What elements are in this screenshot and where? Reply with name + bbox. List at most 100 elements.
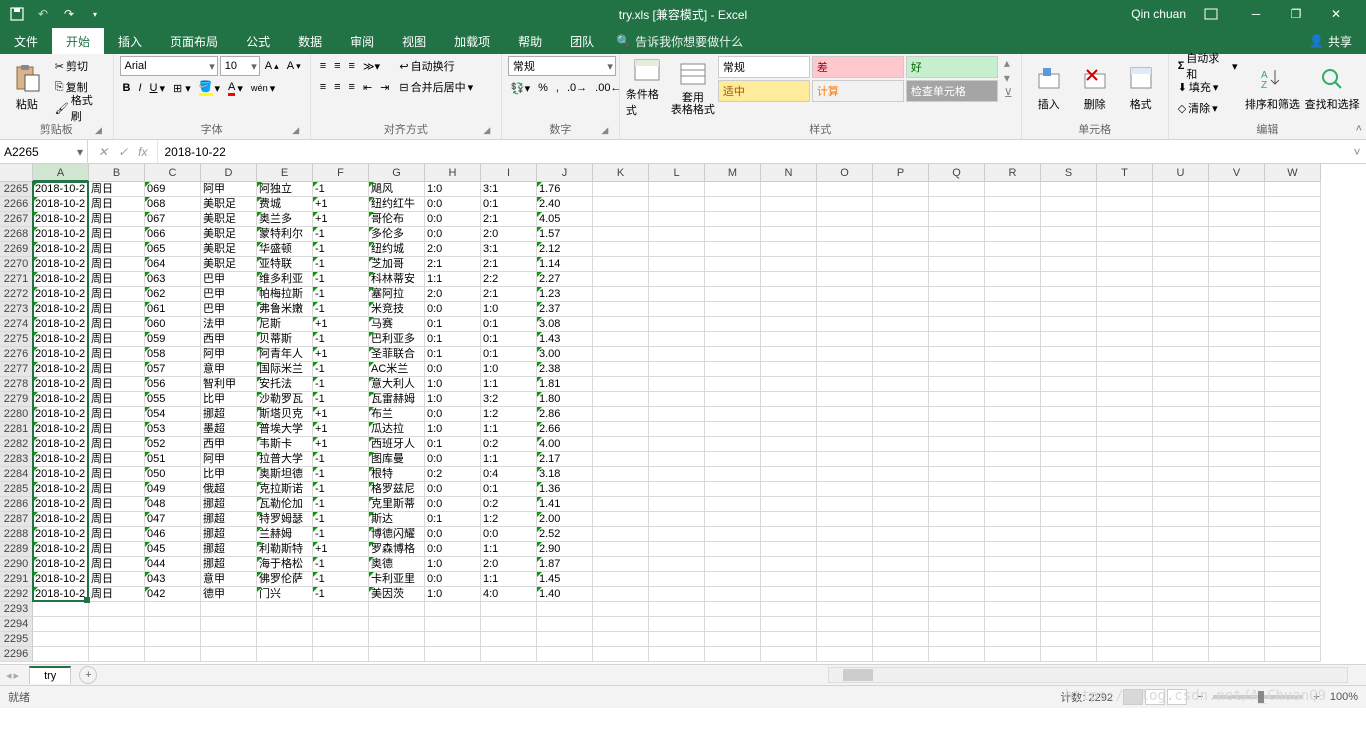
col-header-S[interactable]: S	[1041, 164, 1097, 182]
cell[interactable]: 巴利亚多	[369, 332, 425, 347]
col-header-M[interactable]: M	[705, 164, 761, 182]
cell[interactable]	[649, 407, 705, 422]
enter-formula-icon[interactable]: ✓	[118, 145, 128, 159]
row-header[interactable]: 2267	[0, 212, 33, 227]
cell[interactable]	[1153, 422, 1209, 437]
cell[interactable]: 2018-10-2	[33, 332, 89, 347]
cell[interactable]: 周日	[89, 422, 145, 437]
cell[interactable]	[593, 617, 649, 632]
cell[interactable]	[761, 647, 817, 662]
cell[interactable]: 3.18	[537, 467, 593, 482]
cell[interactable]	[1097, 557, 1153, 572]
cell[interactable]	[1041, 197, 1097, 212]
cell[interactable]	[1097, 182, 1153, 197]
cell[interactable]	[761, 317, 817, 332]
view-page-break-button[interactable]	[1167, 689, 1187, 705]
cell[interactable]	[761, 227, 817, 242]
cell[interactable]	[1041, 512, 1097, 527]
cell[interactable]	[649, 527, 705, 542]
cell[interactable]	[873, 242, 929, 257]
cell[interactable]: 周日	[89, 197, 145, 212]
tab-帮助[interactable]: 帮助	[504, 28, 556, 54]
cell[interactable]	[649, 317, 705, 332]
cell[interactable]	[1153, 557, 1209, 572]
cell[interactable]	[817, 482, 873, 497]
row-header[interactable]: 2289	[0, 542, 33, 557]
cell[interactable]	[985, 392, 1041, 407]
col-header-W[interactable]: W	[1265, 164, 1321, 182]
tab-审阅[interactable]: 审阅	[336, 28, 388, 54]
row-header[interactable]: 2291	[0, 572, 33, 587]
gallery-more-icon[interactable]: ⊻	[1004, 86, 1013, 100]
cell[interactable]: 0:2	[481, 497, 537, 512]
cell[interactable]	[1097, 617, 1153, 632]
cell[interactable]: 克里斯蒂	[369, 497, 425, 512]
cell[interactable]	[201, 647, 257, 662]
cell[interactable]	[1153, 242, 1209, 257]
cell[interactable]: 斯塔贝克	[257, 407, 313, 422]
gallery-down-icon[interactable]: ▾	[1004, 71, 1013, 85]
cell[interactable]: 3:2	[481, 392, 537, 407]
cell[interactable]	[985, 257, 1041, 272]
cell[interactable]: 挪超	[201, 557, 257, 572]
cell[interactable]	[593, 392, 649, 407]
cell[interactable]	[761, 572, 817, 587]
row-header[interactable]: 2268	[0, 227, 33, 242]
cell[interactable]	[705, 452, 761, 467]
cell[interactable]: 2018-10-2	[33, 242, 89, 257]
cell[interactable]	[761, 272, 817, 287]
cell[interactable]: 普埃大学	[257, 422, 313, 437]
cell[interactable]: 068	[145, 197, 201, 212]
cell[interactable]: 0:1	[481, 332, 537, 347]
cell[interactable]	[1153, 197, 1209, 212]
cell[interactable]	[705, 647, 761, 662]
cell[interactable]	[985, 647, 1041, 662]
cell[interactable]: 1:2	[481, 407, 537, 422]
cell[interactable]	[1209, 557, 1265, 572]
cell[interactable]	[929, 587, 985, 602]
cell[interactable]	[1153, 617, 1209, 632]
cell[interactable]	[929, 467, 985, 482]
cell[interactable]: -1	[313, 377, 369, 392]
cell[interactable]	[593, 287, 649, 302]
cell[interactable]: 美职足	[201, 242, 257, 257]
cancel-formula-icon[interactable]: ✕	[98, 145, 108, 159]
increase-font-button[interactable]: A▴	[262, 56, 282, 76]
cell[interactable]	[1209, 497, 1265, 512]
merge-center-button[interactable]: ⊟合并后居中 ▾	[396, 77, 476, 97]
cell[interactable]	[705, 407, 761, 422]
cell[interactable]	[1097, 377, 1153, 392]
cell[interactable]	[313, 647, 369, 662]
cell[interactable]	[761, 302, 817, 317]
col-header-T[interactable]: T	[1097, 164, 1153, 182]
cell[interactable]	[705, 302, 761, 317]
cell[interactable]	[873, 422, 929, 437]
cell[interactable]: 1:0	[425, 377, 481, 392]
cell[interactable]: 周日	[89, 287, 145, 302]
cell[interactable]	[761, 362, 817, 377]
cell[interactable]	[649, 197, 705, 212]
cell[interactable]	[145, 632, 201, 647]
cell[interactable]: 1.23	[537, 287, 593, 302]
name-box[interactable]: A2265▾	[0, 140, 88, 163]
cell[interactable]: 西甲	[201, 437, 257, 452]
cell[interactable]	[1097, 602, 1153, 617]
cell[interactable]	[1153, 317, 1209, 332]
row-header[interactable]: 2270	[0, 257, 33, 272]
cell[interactable]: 佛罗伦萨	[257, 572, 313, 587]
cell[interactable]: 美职足	[201, 197, 257, 212]
cell[interactable]: 0:1	[425, 332, 481, 347]
cell[interactable]: 米竞技	[369, 302, 425, 317]
cell[interactable]	[1265, 437, 1321, 452]
clipboard-launcher[interactable]: ◢	[93, 125, 105, 137]
cell[interactable]: 周日	[89, 542, 145, 557]
cell[interactable]	[761, 287, 817, 302]
cell[interactable]	[649, 647, 705, 662]
cell[interactable]	[1209, 647, 1265, 662]
col-header-B[interactable]: B	[89, 164, 145, 182]
cell[interactable]	[873, 287, 929, 302]
cell[interactable]: +1	[313, 317, 369, 332]
row-header[interactable]: 2292	[0, 587, 33, 602]
cell[interactable]	[1041, 437, 1097, 452]
cell[interactable]: 2018-10-2	[33, 467, 89, 482]
